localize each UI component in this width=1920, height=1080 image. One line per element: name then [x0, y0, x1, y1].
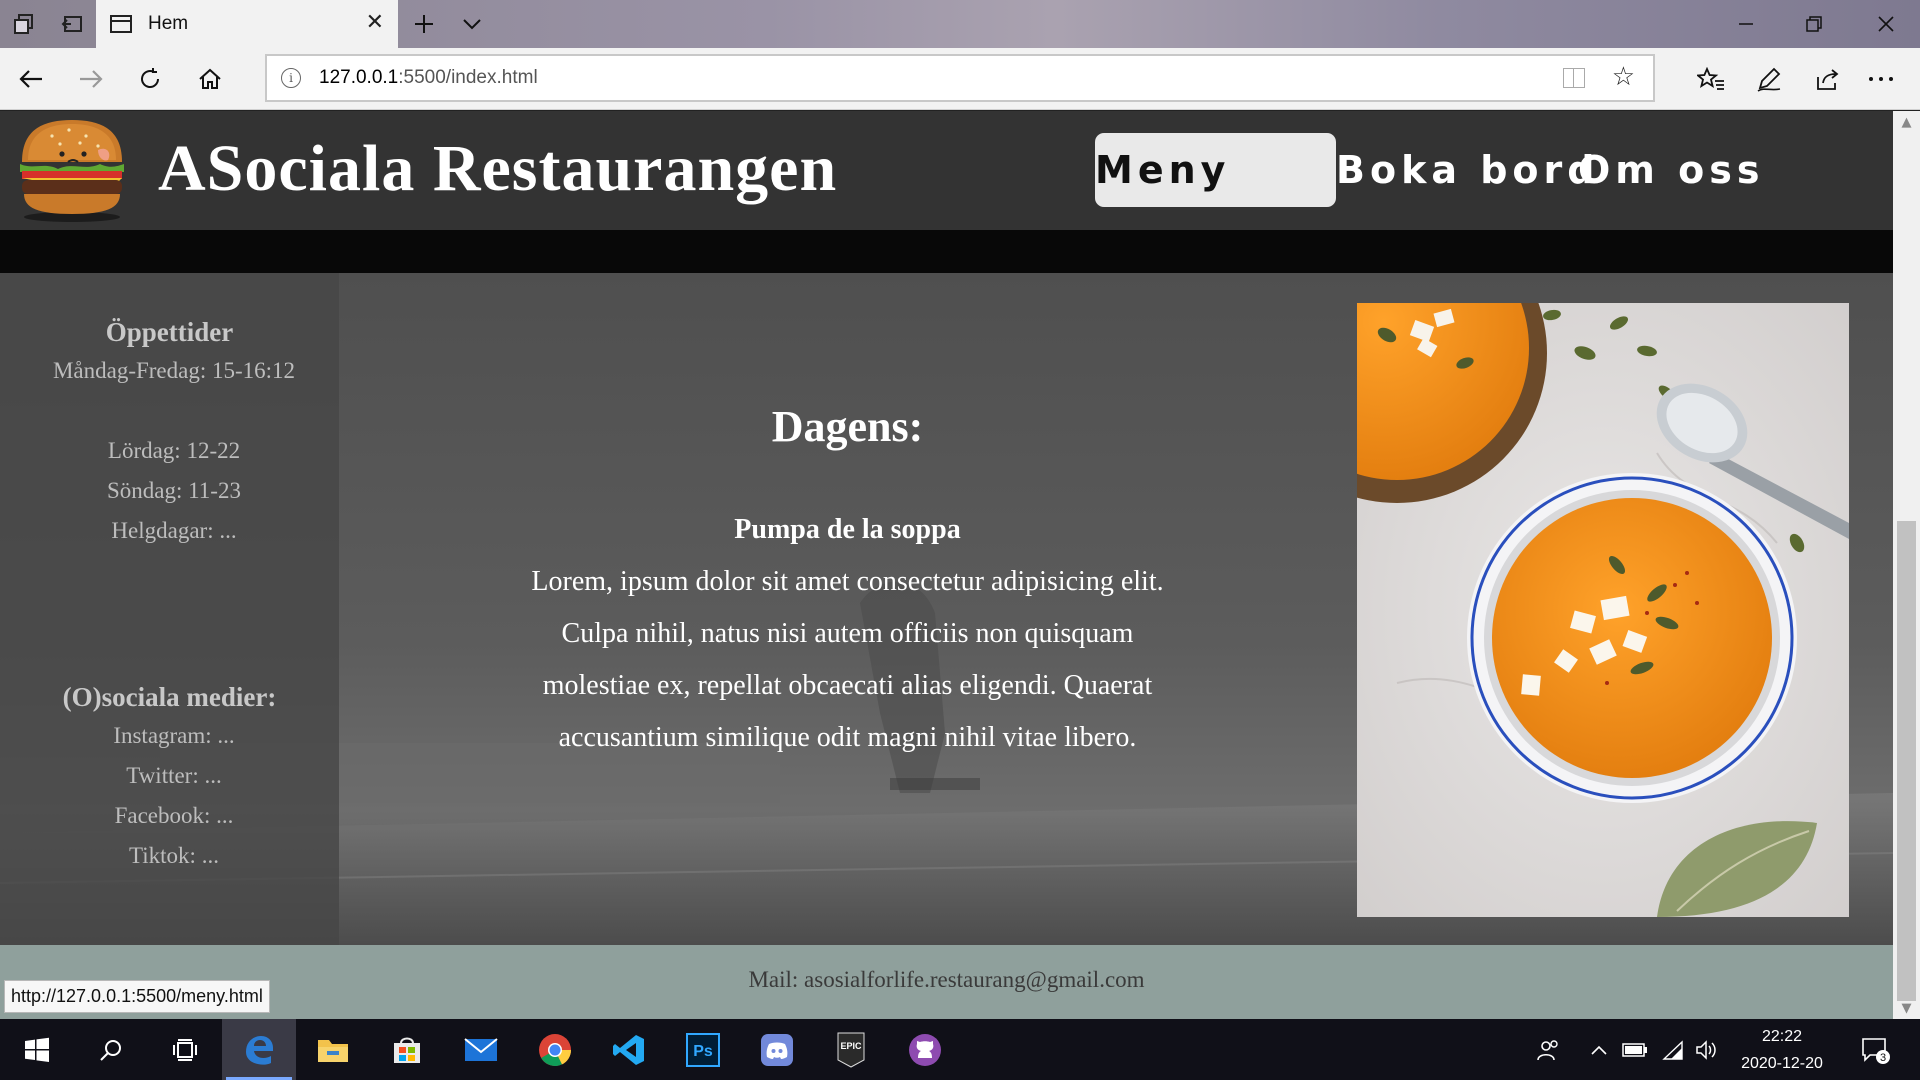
social-media-heading: (O)sociala medier:	[62, 682, 277, 712]
dish-description: Lorem, ipsum dolor sit amet consectetur …	[531, 566, 1164, 753]
task-view-icon[interactable]	[148, 1019, 222, 1080]
browser-tab-active[interactable]: Hem ✕	[96, 0, 398, 48]
chrome-icon[interactable]	[518, 1019, 592, 1080]
forward-icon[interactable]	[68, 56, 114, 102]
volume-icon[interactable]	[1690, 1019, 1724, 1080]
back-icon[interactable]	[8, 56, 54, 102]
url-path: :5500/index.html	[398, 67, 538, 88]
battery-icon[interactable]	[1618, 1019, 1652, 1080]
windows-start-icon[interactable]	[0, 1019, 74, 1080]
scroll-up-icon[interactable]: ▲	[1893, 111, 1920, 133]
discord-icon[interactable]	[740, 1019, 814, 1080]
github-icon[interactable]	[888, 1019, 962, 1080]
page-icon	[110, 15, 132, 33]
social-facebook: Facebook: ...	[114, 803, 234, 828]
social-twitter: Twitter: ...	[126, 763, 222, 788]
minimize-icon[interactable]	[1712, 0, 1780, 48]
epic-games-label: EPIC	[840, 1041, 862, 1051]
nav-meny-link[interactable]: Meny	[1095, 133, 1336, 207]
dagens-section: Dagens: Pumpa de la soppa Lorem, ipsum d…	[515, 273, 1180, 945]
footer-mail: Mail: asosialforlife.restaurang@gmail.co…	[748, 967, 1145, 992]
hours-holidays: Helgdagar: ...	[111, 518, 237, 543]
notification-center-icon[interactable]: 3	[1850, 1019, 1900, 1080]
page-scrollbar[interactable]: ▲ ▼	[1893, 111, 1920, 1019]
hours-sunday: Söndag: 11-23	[107, 478, 241, 503]
status-link-preview: http://127.0.0.1:5500/meny.html	[4, 980, 270, 1013]
restore-icon[interactable]	[1780, 0, 1848, 48]
url-host: 127.0.0.1	[319, 67, 399, 88]
dagens-heading: Dagens:	[771, 402, 924, 451]
photoshop-label: Ps	[693, 1043, 713, 1060]
share-icon[interactable]	[1805, 56, 1851, 102]
wifi-icon[interactable]	[1656, 1019, 1690, 1080]
scrollbar-thumb[interactable]	[1897, 521, 1916, 1001]
people-icon[interactable]	[1528, 1019, 1568, 1080]
site-title: ASociala Restaurangen	[158, 132, 838, 205]
page-viewport: ASociala Restaurangen Meny Boka bord Om …	[0, 111, 1893, 1019]
dish-name: Pumpa de la soppa	[734, 514, 961, 545]
site-footer: Mail: asosialforlife.restaurang@gmail.co…	[0, 945, 1893, 1019]
taskbar: Ps EPIC 22:22 2020-12-20 3	[0, 1019, 1920, 1080]
photoshop-icon[interactable]: Ps	[666, 1019, 740, 1080]
close-window-icon[interactable]	[1852, 0, 1920, 48]
header-divider-strip	[0, 230, 1893, 273]
notification-count: 3	[1880, 1052, 1886, 1064]
hours-saturday: Lördag: 12-22	[107, 438, 241, 463]
burger-logo	[20, 120, 124, 222]
browser-titlebar: Hem ✕	[0, 0, 1920, 48]
reading-view-icon[interactable]	[1563, 68, 1585, 88]
site-header: ASociala Restaurangen Meny Boka bord Om …	[0, 111, 1893, 230]
pen-icon[interactable]	[1746, 56, 1792, 102]
hours-weekdays: Måndag-Fredag: 15-16:12	[52, 358, 296, 383]
close-icon[interactable]: ✕	[366, 10, 384, 35]
clock-date: 2020-12-20	[1741, 1055, 1823, 1072]
nav-boka-bord-link[interactable]: Boka bord	[1336, 133, 1599, 207]
nav-om-oss-link[interactable]: Om oss	[1578, 133, 1764, 207]
mail-icon[interactable]	[444, 1019, 518, 1080]
refresh-icon[interactable]	[127, 56, 173, 102]
home-icon[interactable]	[187, 56, 233, 102]
address-bar[interactable]: i 127.0.0.1:5500/index.html ☆	[265, 54, 1655, 102]
social-tiktok: Tiktok: ...	[129, 843, 219, 868]
file-explorer-icon[interactable]	[296, 1019, 370, 1080]
store-icon[interactable]	[370, 1019, 444, 1080]
chevron-up-icon[interactable]	[1584, 1019, 1614, 1080]
browser-navbar: i 127.0.0.1:5500/index.html ☆	[0, 48, 1920, 110]
main-area: Öppettider Måndag-Fredag: 15-16:12 Lörda…	[0, 273, 1893, 945]
set-aside-tabs-icon[interactable]	[48, 0, 96, 48]
opening-hours-heading: Öppettider	[105, 317, 234, 347]
scroll-down-icon[interactable]: ▼	[1893, 997, 1920, 1019]
chevron-down-icon[interactable]	[448, 0, 496, 48]
favorites-list-icon[interactable]	[1688, 56, 1734, 102]
more-icon[interactable]	[1858, 56, 1904, 102]
edge-icon[interactable]	[222, 1019, 296, 1080]
sidebar: Öppettider Måndag-Fredag: 15-16:12 Lörda…	[0, 273, 339, 945]
search-icon[interactable]	[74, 1019, 148, 1080]
vscode-icon[interactable]	[592, 1019, 666, 1080]
info-icon[interactable]: i	[281, 68, 301, 88]
tab-manager-icon[interactable]	[0, 0, 48, 48]
tab-title: Hem	[148, 13, 189, 34]
clock-time: 22:22	[1761, 1028, 1803, 1045]
favorite-star-icon[interactable]: ☆	[1612, 62, 1635, 92]
soup-photo	[1357, 303, 1849, 917]
epic-games-icon[interactable]: EPIC	[814, 1019, 888, 1080]
new-tab-icon[interactable]	[400, 0, 448, 48]
social-instagram: Instagram: ...	[113, 723, 235, 748]
system-clock[interactable]: 22:22 2020-12-20	[1720, 1023, 1844, 1077]
